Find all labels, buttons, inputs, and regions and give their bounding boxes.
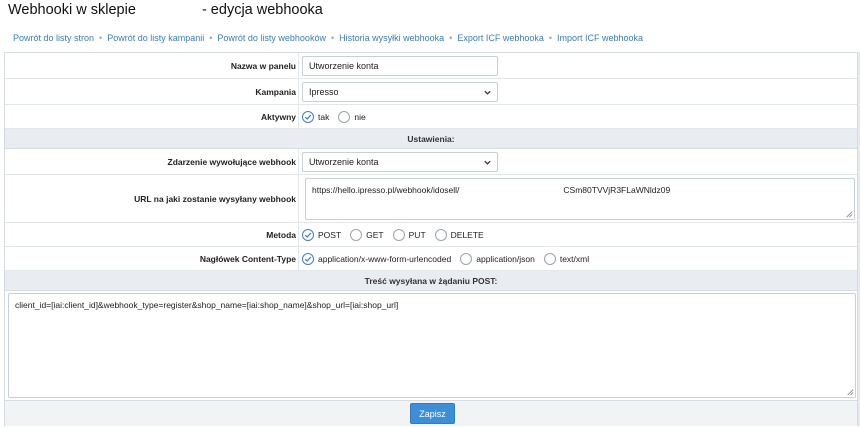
breadcrumb-separator: • [209, 33, 213, 43]
trigger-event-field-wrap: Utworzenie konta [302, 149, 857, 174]
breadcrumb-separator: • [99, 33, 103, 43]
method-label: Metoda [5, 223, 299, 246]
url-label: URL na jaki zostanie wysyłany webhook [5, 175, 299, 222]
panel-name-label: Nazwa w panelu [5, 53, 299, 78]
webhook-form: Nazwa w panelu Kampania Ipresso Aktywny … [4, 52, 858, 426]
trigger-event-select[interactable]: Utworzenie konta [302, 151, 498, 172]
method-radio-put-label: PUT [408, 229, 426, 240]
url-value-start: https://hello.ipresso.pl/webhook/idosell… [312, 185, 460, 195]
panel-name-input[interactable] [302, 55, 498, 76]
url-textarea[interactable]: https://hello.ipresso.pl/webhook/idosell… [305, 178, 855, 220]
content-type-radio-xml-label: text/xml [559, 253, 590, 264]
active-radio-yes-label: tak [318, 111, 330, 122]
method-radio-post-label: POST [318, 229, 342, 240]
link-export-icf[interactable]: Export ICF webhooka [457, 33, 544, 43]
active-radio-no[interactable]: nie [338, 110, 366, 123]
row-active: Aktywny tak nie [5, 105, 857, 129]
row-campaign: Kampania Ipresso [5, 79, 857, 105]
active-radio-no-label: nie [354, 111, 366, 122]
resize-handle-icon[interactable] [844, 209, 853, 218]
active-field-wrap: tak nie [302, 105, 857, 128]
method-radio-group: POST GET PUT DELETE [302, 228, 493, 241]
breadcrumb-separator: • [330, 33, 335, 43]
form-footer: Zapisz [5, 400, 857, 426]
radio-unchecked-icon [460, 252, 473, 265]
breadcrumb: Powrót do listy stron • Powrót do listy ka… [13, 33, 643, 43]
body-value: client_id=[iai:client_id]&webhook_type=r… [15, 300, 399, 310]
content-type-label: Nagłówek Content-Type [5, 247, 299, 270]
radio-checked-icon [302, 228, 314, 241]
chevron-down-icon [484, 160, 491, 165]
body-textarea[interactable]: client_id=[iai:client_id]&webhook_type=r… [8, 293, 856, 398]
campaign-selected-value: Ipresso [309, 86, 339, 97]
page-title-prefix: Webhooki w sklepie [8, 2, 136, 18]
link-back-to-campaigns[interactable]: Powrót do listy kampanii [107, 33, 204, 43]
active-radio-group: tak nie [302, 110, 375, 123]
link-back-to-pages[interactable]: Powrót do listy stron [13, 33, 94, 43]
breadcrumb-separator: • [548, 33, 553, 43]
radio-checked-icon [302, 252, 314, 265]
radio-checked-icon [302, 110, 314, 123]
content-type-radio-group: application/x-www-form-urlencoded applic… [302, 252, 598, 265]
body-section-header: Treść wysyłana w żądaniu POST: [5, 271, 857, 291]
url-value-end: CSm80TVVjR3FLaWNldz09 [563, 185, 671, 195]
row-url: URL na jaki zostanie wysyłany webhook ht… [5, 175, 857, 223]
row-trigger-event: Zdarzenie wywołujące webhook Utworzenie … [5, 149, 857, 175]
method-radio-get-label: GET [366, 229, 384, 240]
method-radio-put[interactable]: PUT [392, 228, 426, 241]
radio-unchecked-icon [543, 252, 556, 265]
link-back-to-webhooks[interactable]: Powrót do listy webhooków [217, 33, 326, 43]
row-panel-name: Nazwa w panelu [5, 53, 857, 79]
content-type-radio-json-label: application/json [476, 253, 535, 264]
content-type-radio-xml[interactable]: text/xml [543, 252, 590, 265]
content-type-radio-urlencoded[interactable]: application/x-www-form-urlencoded [302, 252, 452, 265]
link-webhook-history[interactable]: Historia wysyłki webhooka [339, 33, 444, 43]
panel-name-field-wrap [302, 53, 857, 78]
row-content-type: Nagłówek Content-Type application/x-www-… [5, 247, 857, 271]
content-type-field-wrap: application/x-www-form-urlencoded applic… [302, 247, 857, 270]
radio-unchecked-icon [350, 228, 363, 241]
method-radio-delete[interactable]: DELETE [434, 228, 484, 241]
campaign-field-wrap: Ipresso [302, 79, 857, 104]
trigger-event-label: Zdarzenie wywołujące webhook [5, 149, 299, 174]
breadcrumb-separator: • [449, 33, 453, 43]
active-label: Aktywny [5, 105, 299, 128]
resize-handle-icon[interactable] [845, 387, 854, 396]
content-type-radio-json[interactable]: application/json [460, 252, 535, 265]
radio-unchecked-icon [338, 110, 351, 123]
settings-section-header: Ustawienia: [5, 129, 857, 149]
method-radio-delete-label: DELETE [450, 229, 484, 240]
trigger-event-selected-value: Utworzenie konta [309, 156, 379, 167]
method-radio-post[interactable]: POST [302, 228, 342, 241]
row-method: Metoda POST GET PUT DELETE [5, 223, 857, 247]
radio-unchecked-icon [434, 228, 447, 241]
chevron-down-icon [484, 90, 491, 95]
campaign-select[interactable]: Ipresso [302, 81, 498, 102]
active-radio-yes[interactable]: tak [302, 110, 330, 123]
method-radio-get[interactable]: GET [350, 228, 384, 241]
method-field-wrap: POST GET PUT DELETE [302, 223, 857, 246]
radio-unchecked-icon [392, 228, 405, 241]
save-button[interactable]: Zapisz [410, 403, 455, 424]
page-title-suffix: - edycja webhooka [201, 2, 323, 18]
content-type-radio-urlencoded-label: application/x-www-form-urlencoded [318, 253, 452, 264]
campaign-label: Kampania [5, 79, 299, 104]
link-import-icf[interactable]: Import ICF webhooka [557, 33, 643, 43]
page-title: Webhooki w sklepie - edycja webhooka [8, 2, 323, 18]
